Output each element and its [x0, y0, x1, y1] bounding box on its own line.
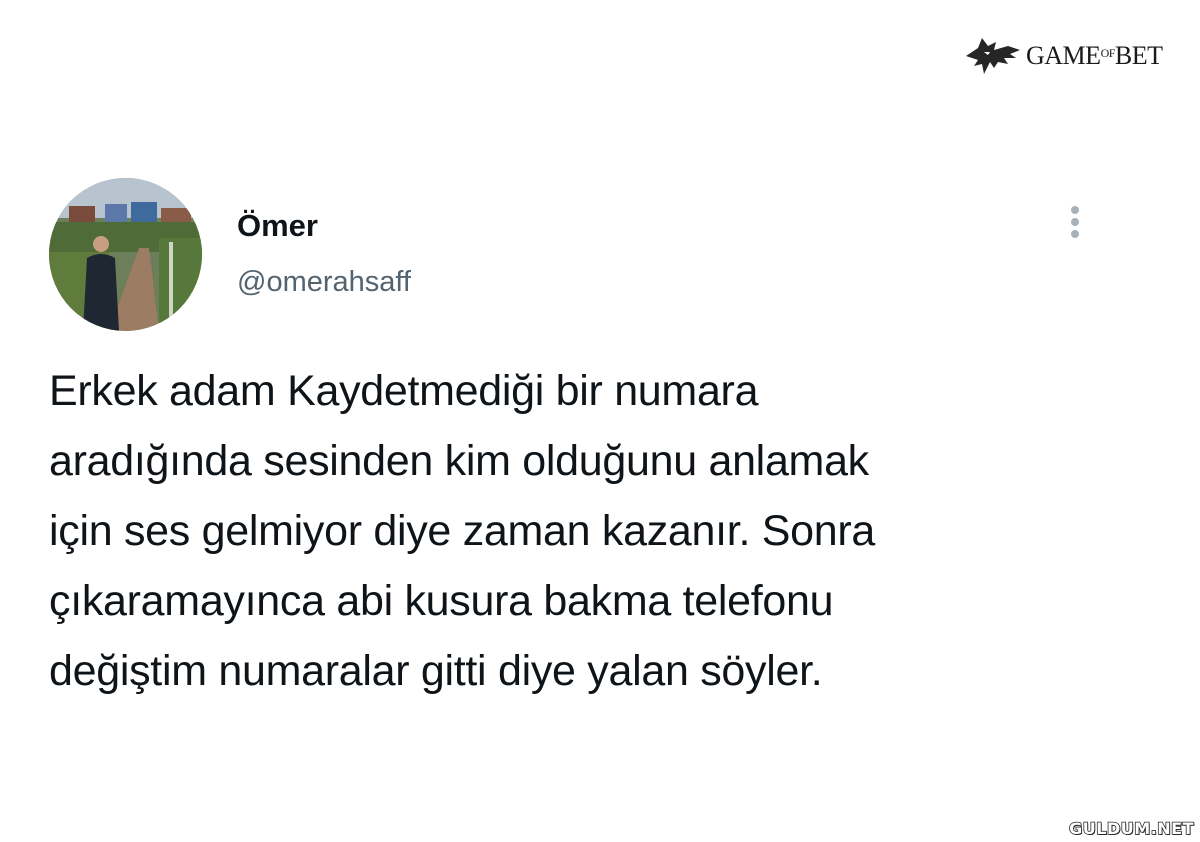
tweet-text: Erkek adam Kaydetmediği bir numara aradı…	[49, 356, 1139, 706]
avatar[interactable]	[49, 178, 202, 331]
brand-wordmark: GAMEOFBET	[1026, 41, 1163, 70]
display-name[interactable]: Ömer	[237, 206, 318, 246]
tweet-text-line: aradığında sesinden kim olduğunu anlamak	[49, 437, 869, 485]
tweet-text-line: çıkaramayınca abi kusura bakma telefonu	[49, 577, 834, 625]
profile-photo	[49, 178, 202, 331]
tweet-text-line: Erkek adam Kaydetmediği bir numara	[49, 367, 759, 415]
more-options-button[interactable]	[1060, 200, 1090, 244]
site-watermark: GULDUM.NET	[1068, 818, 1194, 839]
brand-logo: GAMEOFBET	[964, 34, 1163, 78]
wolf-head-icon	[966, 38, 1020, 74]
user-handle[interactable]: @omerahsaff	[237, 262, 411, 302]
more-vertical-icon	[1071, 206, 1079, 238]
tweet-text-line: değiştim numaralar gitti diye yalan söyl…	[49, 647, 823, 695]
page: GAMEOFBET Ömer @omerahsaff Erkek adam Ka…	[0, 0, 1200, 842]
tweet-text-line: için ses gelmiyor diye zaman kazanır. So…	[49, 507, 875, 555]
